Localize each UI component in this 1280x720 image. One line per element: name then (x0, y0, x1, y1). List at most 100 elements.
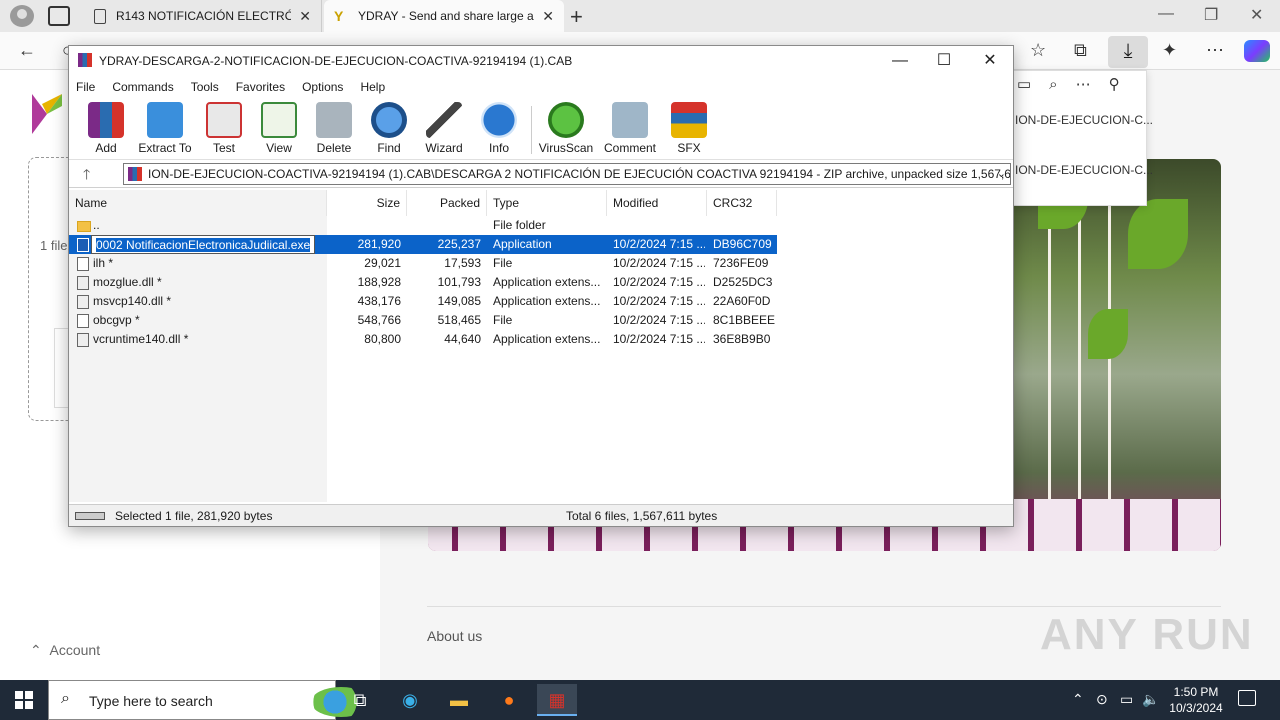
copilot-icon[interactable] (1244, 40, 1270, 62)
chevron-up-icon[interactable]: ⌃ (1072, 691, 1084, 708)
notification-icon[interactable] (1238, 690, 1256, 706)
tab-actions-icon[interactable] (48, 6, 70, 26)
menu-help[interactable]: Help (360, 76, 385, 98)
back-icon[interactable]: ← (18, 40, 36, 61)
column-header-size[interactable]: Size (327, 190, 407, 216)
tab-title: R143 NOTIFICACIÓN ELECTRÓNI (116, 9, 292, 23)
downloads-icon[interactable]: ⤓ (1108, 36, 1148, 68)
menu-options[interactable]: Options (302, 76, 343, 98)
profile-icon[interactable] (10, 5, 34, 27)
menu-favorites[interactable]: Favorites (236, 76, 285, 98)
rename-field[interactable]: 0002 NotificacionElectronicaJudiical.exe (91, 235, 316, 254)
file-explorer-icon[interactable]: ▬ (439, 684, 479, 716)
dll-file-icon (77, 276, 89, 290)
sfx-button[interactable]: SFX (654, 102, 724, 155)
table-row[interactable]: mozglue.dll * 188,928 101,793 Applicatio… (69, 273, 777, 292)
firefox-icon[interactable]: ● (489, 684, 529, 716)
extensions-icon[interactable]: ✦ (1162, 40, 1177, 61)
column-header-modified[interactable]: Modified (607, 190, 707, 216)
maximize-icon[interactable]: ☐ (921, 50, 967, 72)
browser-tab-notificacion[interactable]: R143 NOTIFICACIÓN ELECTRÓNI ✕ (84, 0, 322, 32)
cell-size: 29,021 (364, 256, 401, 270)
add-archive-icon (88, 102, 124, 138)
archive-path-field[interactable]: ION-DE-EJECUCION-COACTIVA-92194194 (1).C… (123, 163, 1011, 185)
new-tab-button[interactable]: + (570, 4, 583, 30)
winrar-titlebar[interactable]: YDRAY-DESCARGA-2-NOTIFICACION-DE-EJECUCI… (69, 46, 1013, 76)
menu-file[interactable]: File (76, 76, 95, 98)
cell-packed: 149,085 (437, 294, 481, 308)
menu-bar: File Commands Tools Favorites Options He… (69, 76, 1013, 98)
close-tab-icon[interactable]: ✕ (299, 8, 311, 25)
magic-wand-icon (426, 102, 462, 138)
table-row[interactable]: ilh * 29,021 17,593 File 10/2/2024 7:15 … (69, 254, 777, 273)
cell-type: Application (493, 237, 552, 251)
winrar-toolbar: Add Extract To Test View Delete Find Wiz… (69, 98, 1013, 160)
column-header-name[interactable]: Name (69, 190, 327, 216)
virusscan-button[interactable]: VirusScan (531, 102, 601, 155)
volume-icon[interactable]: 🔈 (1142, 691, 1159, 708)
test-clipboard-icon (206, 102, 242, 138)
more-menu-icon[interactable]: ⋯ (1206, 40, 1224, 61)
banner-leaf (1088, 309, 1128, 359)
menu-tools[interactable]: Tools (191, 76, 219, 98)
taskbar-search[interactable]: ⌕ Type here to search (48, 680, 371, 720)
windows-start-icon[interactable] (15, 691, 33, 709)
table-row[interactable]: obcgvp * 548,766 518,465 File 10/2/2024 … (69, 311, 777, 330)
download-item[interactable]: ION-DE-EJECUCION-C... (1015, 163, 1153, 177)
cell-modified: 10/2/2024 7:15 ... (613, 294, 705, 308)
favorites-icon[interactable]: ☆ (1030, 40, 1046, 61)
minimize-icon[interactable]: — (877, 50, 923, 72)
dll-file-icon (77, 333, 89, 347)
close-tab-icon[interactable]: ✕ (542, 8, 554, 25)
table-row-selected[interactable]: 0002 NotificacionElectronicaJudiical.exe… (69, 235, 777, 254)
sfx-label: SFX (677, 141, 701, 155)
cell-size: 188,928 (357, 275, 401, 289)
cell-type: File folder (493, 218, 546, 232)
close-window-icon[interactable]: ✕ (1250, 5, 1263, 25)
table-row[interactable]: msvcp140.dll * 438,176 149,085 Applicati… (69, 292, 777, 311)
cell-type: Application extens... (493, 332, 601, 346)
magnifier-icon (371, 102, 407, 138)
column-header-packed[interactable]: Packed (407, 190, 487, 216)
clock[interactable]: 1:50 PM 10/3/2024 (1166, 684, 1226, 716)
cell-packed: 44,640 (444, 332, 481, 346)
cell-name: mozglue.dll * (93, 275, 162, 289)
winrar-taskbar-icon[interactable]: ▦ (537, 684, 577, 716)
edge-icon[interactable]: ◉ (390, 684, 430, 716)
cell-size: 548,766 (357, 313, 401, 327)
column-header-type[interactable]: Type (487, 190, 607, 216)
menu-commands[interactable]: Commands (112, 76, 173, 98)
cell-modified: 10/2/2024 7:15 ... (613, 237, 705, 251)
network-icon[interactable]: ▭ (1120, 691, 1133, 708)
chevron-down-icon[interactable]: ⌄ (997, 164, 1006, 184)
taskbar: ⌕ Type here to search ⧉ ◉ ▬ ● ▦ ⌃ ⊙ ▭ 🔈 … (0, 680, 1280, 720)
restore-icon[interactable]: ❐ (1204, 5, 1218, 25)
minimize-icon[interactable]: — (1158, 5, 1174, 23)
table-row[interactable]: .. File folder (69, 216, 777, 235)
cell-crc32: D2525DC3 (713, 275, 773, 289)
cell-type: File (493, 313, 513, 327)
browser-tabstrip: R143 NOTIFICACIÓN ELECTRÓNI ✕ Y YDRAY - … (0, 0, 1280, 32)
cell-packed: 17,593 (444, 256, 481, 270)
application-icon (77, 238, 89, 252)
cell-modified: 10/2/2024 7:15 ... (613, 313, 705, 327)
close-icon[interactable]: ✕ (967, 50, 1013, 72)
flyout-actions-icon[interactable]: ▭⌕⋯⚲ (1017, 75, 1138, 93)
column-header-crc32[interactable]: CRC32 (707, 190, 777, 216)
collections-icon[interactable]: ⧉ (1074, 40, 1087, 61)
account-label: Account (49, 642, 101, 658)
tab-title: YDRAY - Send and share large ar (358, 9, 535, 23)
cell-name: msvcp140.dll * (93, 294, 172, 308)
device-icon[interactable]: ⊙ (1096, 691, 1108, 708)
table-row[interactable]: vcruntime140.dll * 80,800 44,640 Applica… (69, 330, 777, 349)
account-toggle[interactable]: ⌃ Account (30, 642, 100, 659)
cell-modified: 10/2/2024 7:15 ... (613, 332, 705, 346)
archive-icon (128, 167, 142, 181)
folder-icon (77, 221, 91, 232)
download-item[interactable]: ION-DE-EJECUCION-C... (1015, 113, 1153, 127)
info-button[interactable]: Info (464, 102, 534, 155)
up-folder-icon[interactable]: 🡑 (83, 164, 90, 188)
cell-modified: 10/2/2024 7:15 ... (613, 275, 705, 289)
browser-tab-ydray[interactable]: Y YDRAY - Send and share large ar ✕ (324, 0, 564, 32)
task-view-icon[interactable]: ⧉ (340, 684, 380, 716)
